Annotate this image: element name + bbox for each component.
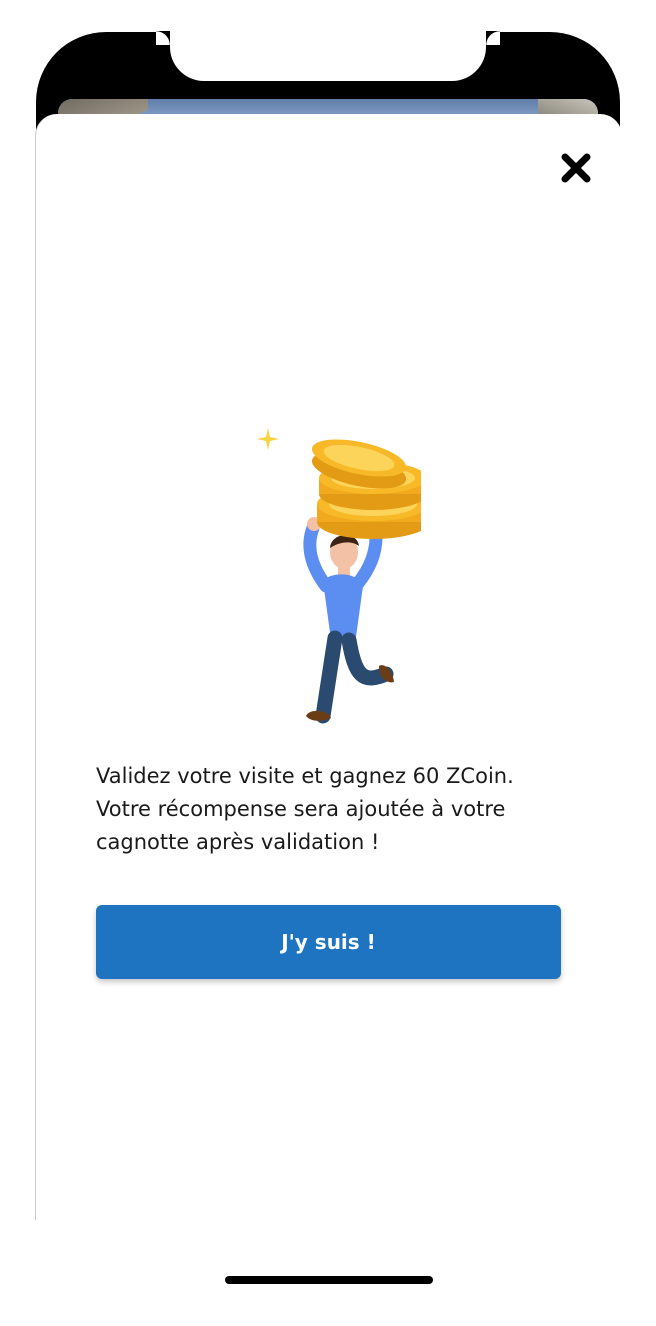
reward-message: Validez votre visite et gagnez 60 ZCoin.… xyxy=(96,760,566,859)
close-button[interactable] xyxy=(556,148,596,188)
close-icon xyxy=(561,153,591,183)
reward-message-line: Validez votre visite et gagnez 60 ZCoin. xyxy=(96,764,514,788)
device-notch xyxy=(156,31,500,81)
home-indicator[interactable] xyxy=(225,1276,433,1284)
reward-message-line: cagnotte après validation ! xyxy=(96,830,380,854)
coin-stack-icon xyxy=(311,439,421,539)
reward-modal: Validez votre visite et gagnez 60 ZCoin.… xyxy=(35,114,622,1220)
person-carrying-coins-illustration xyxy=(251,426,421,731)
reward-message-line: Votre récompense sera ajoutée à votre xyxy=(96,797,506,821)
confirm-visit-button[interactable]: J'y suis ! xyxy=(96,905,561,979)
